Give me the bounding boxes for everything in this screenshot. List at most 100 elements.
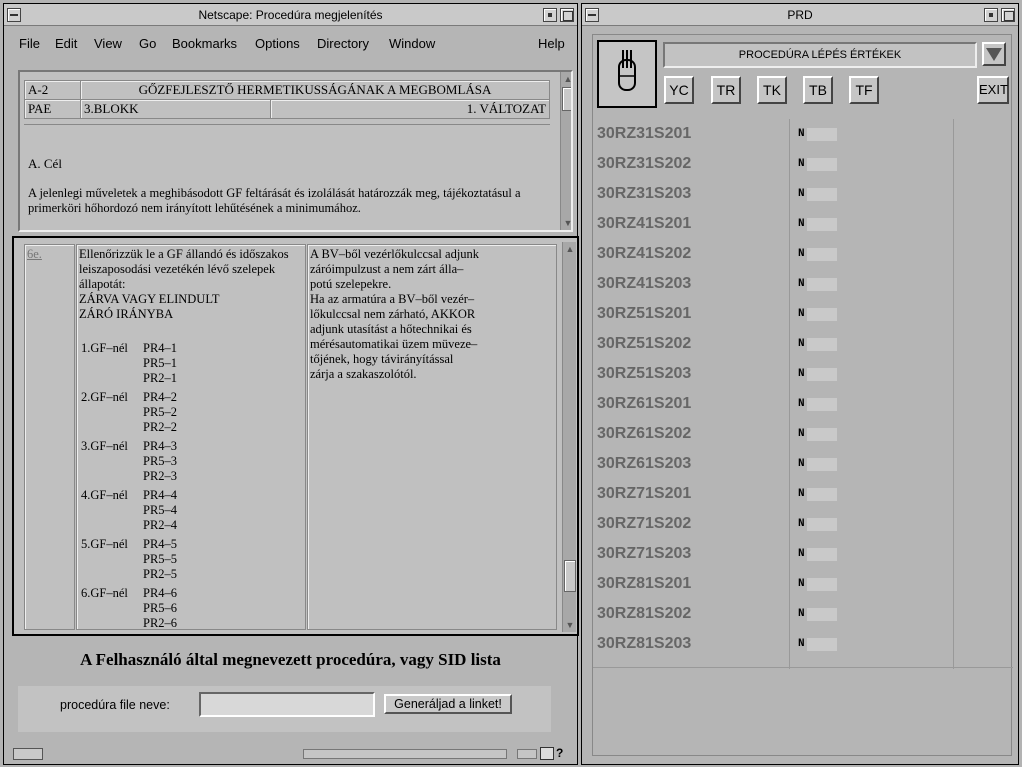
main-frame-scrollbar[interactable]: ▲ ▼ bbox=[562, 242, 576, 632]
valve-id: PR5–1 bbox=[143, 356, 178, 370]
menu-edit[interactable]: Edit bbox=[55, 36, 77, 51]
prd-row[interactable]: 30RZ31S201 N bbox=[593, 119, 1013, 149]
yc-button[interactable]: YC bbox=[664, 76, 694, 104]
prd-row[interactable]: 30RZ41S202 N bbox=[593, 239, 1013, 269]
file-name-label: procedúra file neve: bbox=[60, 698, 170, 712]
gf-valve-list: PR4–4 PR5–4 PR2–4 bbox=[143, 488, 177, 533]
prd-row[interactable]: 30RZ71S202 N bbox=[593, 509, 1013, 539]
gf-group: 5.GF–nél PR4–5 PR5–5 PR2–5 bbox=[77, 537, 297, 586]
value-field bbox=[807, 128, 837, 141]
signal-value: N bbox=[798, 248, 805, 260]
top-frame-scrollbar[interactable]: ▲ ▼ bbox=[560, 72, 571, 230]
menu-file[interactable]: File bbox=[19, 36, 40, 51]
minimize-button[interactable] bbox=[984, 8, 998, 22]
divider bbox=[24, 124, 550, 125]
procedure-header-table: A-2 GŐZFEJLESZTŐ HERMETIKUSSÁGÁNAK A MEG… bbox=[24, 80, 550, 119]
signal-value: N bbox=[798, 278, 805, 290]
action-line: lőkulccsal nem zárható, AKKOR bbox=[310, 307, 476, 321]
prd-row[interactable]: 30RZ41S203 N bbox=[593, 269, 1013, 299]
prd-row[interactable]: 30RZ81S202 N bbox=[593, 599, 1013, 629]
maximize-button[interactable] bbox=[560, 8, 574, 22]
value-field bbox=[807, 368, 837, 381]
state-text: ZÁRVA VAGY ELINDULT ZÁRÓ IRÁNYBA bbox=[79, 292, 220, 321]
prd-row[interactable]: 30RZ41S201 N bbox=[593, 209, 1013, 239]
procedure-file-input[interactable] bbox=[199, 692, 375, 717]
maximize-button[interactable] bbox=[1001, 8, 1015, 22]
signal-value: N bbox=[798, 308, 805, 320]
menu-bookmarks[interactable]: Bookmarks bbox=[172, 36, 237, 51]
valve-id: PR5–3 bbox=[143, 454, 178, 468]
prd-row[interactable]: 30RZ81S203 N bbox=[593, 629, 1013, 659]
procedure-type: PAE bbox=[24, 99, 81, 119]
dropdown-arrow-icon[interactable] bbox=[982, 42, 1006, 66]
prd-row[interactable]: 30RZ31S202 N bbox=[593, 149, 1013, 179]
step-check-cell: Ellenőrizzük le a GF állandó és időszako… bbox=[76, 244, 306, 630]
prd-panel: PROCEDÚRA LÉPÉS ÉRTÉKEK YC TR TK TB TF E… bbox=[592, 34, 1013, 756]
signal-value: N bbox=[798, 158, 805, 170]
generate-link-button[interactable]: Generáljad a linket! bbox=[384, 694, 512, 714]
value-field bbox=[807, 548, 837, 561]
gf-label: 1.GF–nél bbox=[81, 341, 128, 355]
signal-name: 30RZ71S202 bbox=[597, 515, 692, 532]
scroll-thumb[interactable] bbox=[564, 560, 576, 592]
menu-directory[interactable]: Directory bbox=[317, 36, 369, 51]
step-action-cell: A BV–ből vezérlőkulccsal adjunk záróimpul… bbox=[307, 244, 557, 630]
signal-value: N bbox=[798, 368, 805, 380]
prd-row[interactable]: 30RZ31S203 N bbox=[593, 179, 1013, 209]
prd-row[interactable]: 30RZ61S203 N bbox=[593, 449, 1013, 479]
prd-row[interactable]: 30RZ61S202 N bbox=[593, 419, 1013, 449]
action-text: A BV–ből vezérlőkulccsal adjunk záróimpul… bbox=[310, 247, 554, 382]
scroll-down-arrow-icon[interactable]: ▼ bbox=[565, 620, 575, 630]
valve-id: PR2–5 bbox=[143, 567, 178, 581]
gf-group: 2.GF–nél PR4–2 PR5–2 PR2–2 bbox=[77, 390, 297, 439]
value-field bbox=[807, 308, 837, 321]
signal-value: N bbox=[798, 218, 805, 230]
prd-row[interactable]: 30RZ81S201 N bbox=[593, 569, 1013, 599]
mail-icon[interactable] bbox=[540, 747, 554, 760]
valve-id: PR2–3 bbox=[143, 469, 178, 483]
value-field bbox=[807, 458, 837, 471]
prd-row[interactable]: 30RZ61S201 N bbox=[593, 389, 1013, 419]
action-line: záróimpulzust a nem zárt álla– bbox=[310, 262, 464, 276]
prd-row[interactable]: 30RZ71S201 N bbox=[593, 479, 1013, 509]
scroll-down-arrow-icon[interactable]: ▼ bbox=[563, 218, 571, 228]
step-link[interactable]: 6e. bbox=[27, 247, 42, 262]
window-menu-button[interactable] bbox=[7, 8, 21, 22]
gf-label: 4.GF–nél bbox=[81, 488, 128, 502]
prd-titlebar[interactable]: PRD bbox=[582, 4, 1018, 26]
tb-button[interactable]: TB bbox=[803, 76, 833, 104]
prd-row[interactable]: 30RZ51S203 N bbox=[593, 359, 1013, 389]
valve-id: PR4–3 bbox=[143, 439, 178, 453]
menu-options[interactable]: Options bbox=[255, 36, 300, 51]
prd-row[interactable]: 30RZ71S203 N bbox=[593, 539, 1013, 569]
signal-value: N bbox=[798, 188, 805, 200]
valve-id: PR4–4 bbox=[143, 488, 178, 502]
gf-list: 1.GF–nél PR4–1 PR5–1 PR2–1 2.GF–nél PR4–2 PR5–… bbox=[77, 341, 297, 634]
tr-button[interactable]: TR bbox=[711, 76, 741, 104]
scroll-up-arrow-icon[interactable]: ▲ bbox=[565, 244, 575, 254]
menu-window[interactable]: Window bbox=[389, 36, 435, 51]
scroll-thumb[interactable] bbox=[562, 87, 571, 111]
signal-value: N bbox=[798, 428, 805, 440]
value-field bbox=[807, 218, 837, 231]
prd-row[interactable]: 30RZ51S201 N bbox=[593, 299, 1013, 329]
signal-value: N bbox=[798, 548, 805, 560]
netscape-titlebar[interactable]: Netscape: Procedúra megjelenítés bbox=[4, 4, 577, 26]
valve-id: PR2–2 bbox=[143, 420, 178, 434]
window-menu-button[interactable] bbox=[585, 8, 599, 22]
tf-button[interactable]: TF bbox=[849, 76, 879, 104]
tk-button[interactable]: TK bbox=[757, 76, 787, 104]
minimize-button[interactable] bbox=[543, 8, 557, 22]
prd-row[interactable]: 30RZ51S202 N bbox=[593, 329, 1013, 359]
menu-view[interactable]: View bbox=[94, 36, 122, 51]
scroll-up-arrow-icon[interactable]: ▲ bbox=[563, 74, 571, 84]
value-field bbox=[807, 608, 837, 621]
gf-label: 5.GF–nél bbox=[81, 537, 128, 551]
exit-button[interactable]: EXIT bbox=[977, 76, 1009, 104]
value-field bbox=[807, 518, 837, 531]
gf-valve-list: PR4–1 PR5–1 PR2–1 bbox=[143, 341, 177, 386]
menu-go[interactable]: Go bbox=[139, 36, 156, 51]
help-question-icon[interactable]: ? bbox=[556, 746, 563, 760]
menu-help[interactable]: Help bbox=[538, 36, 565, 51]
valve-id: PR5–2 bbox=[143, 405, 178, 419]
